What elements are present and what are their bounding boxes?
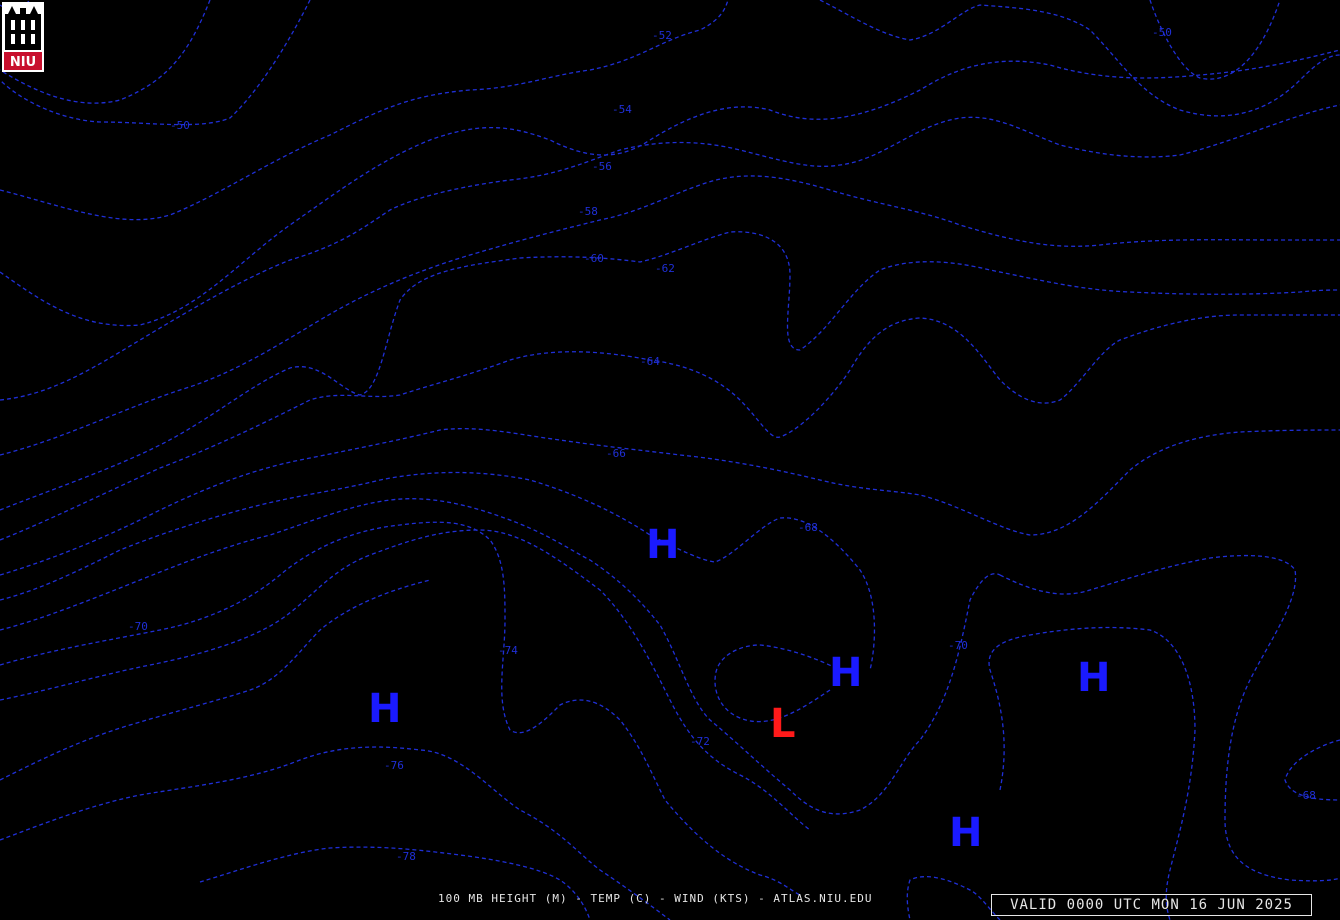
contour-label: -60 — [584, 252, 604, 265]
niu-logo: NIU — [2, 2, 44, 72]
high-pressure-center: H — [949, 810, 982, 856]
contour-label: -70 — [948, 639, 968, 652]
valid-time-label: VALID 0000 UTC MON 16 JUN 2025 — [991, 894, 1312, 916]
low-pressure-center: L — [770, 701, 796, 747]
isotherm-line — [0, 49, 1340, 327]
isotherm-line — [999, 554, 1340, 882]
contour-label: -70 — [128, 620, 148, 633]
contour-label: -74 — [498, 644, 518, 657]
isotherm-line — [0, 529, 811, 831]
logo-text: NIU — [10, 55, 36, 70]
contour-label: -50 — [1152, 26, 1172, 39]
contour-label: -68 — [798, 521, 818, 534]
isotherm-line — [819, 0, 1340, 117]
contour-label: -62 — [655, 262, 675, 275]
high-pressure-center: H — [829, 650, 862, 696]
isotherm-line — [0, 471, 876, 671]
isotherm-line — [0, 314, 1340, 541]
contour-label: -52 — [652, 29, 672, 42]
contour-label: -50 — [170, 119, 190, 132]
contour-label: -68 — [1296, 789, 1316, 802]
weather-map: -52 -50 -50 -54 -56 -58 -60 -62 -64 -66 … — [0, 0, 1340, 920]
contour-label: -64 — [640, 355, 660, 368]
isotherm-line — [906, 876, 1001, 920]
contour-label: -58 — [578, 205, 598, 218]
contour-label: -56 — [592, 160, 612, 173]
isotherm-line — [199, 846, 591, 920]
isotherm-line — [0, 104, 1340, 401]
high-pressure-center: H — [646, 522, 679, 568]
contour-label: -66 — [606, 447, 626, 460]
isotherm-line — [0, 175, 1340, 456]
contour-label: -76 — [384, 759, 404, 772]
contour-label: -78 — [396, 850, 416, 863]
isotherm-line — [0, 0, 311, 126]
isotherm-labels: -52 -50 -50 -54 -56 -58 -60 -62 -64 -66 … — [128, 26, 1316, 863]
isotherm-line — [0, 579, 431, 781]
contour-label: -72 — [690, 735, 710, 748]
high-pressure-center: H — [368, 686, 401, 732]
pressure-centers: H H H H H L — [368, 522, 1110, 856]
contour-label: -54 — [612, 103, 632, 116]
high-pressure-center: H — [1077, 655, 1110, 701]
isotherm-lines — [0, 0, 1340, 920]
map-caption: 100 MB HEIGHT (M) - TEMP (C) - WIND (KTS… — [438, 892, 873, 905]
